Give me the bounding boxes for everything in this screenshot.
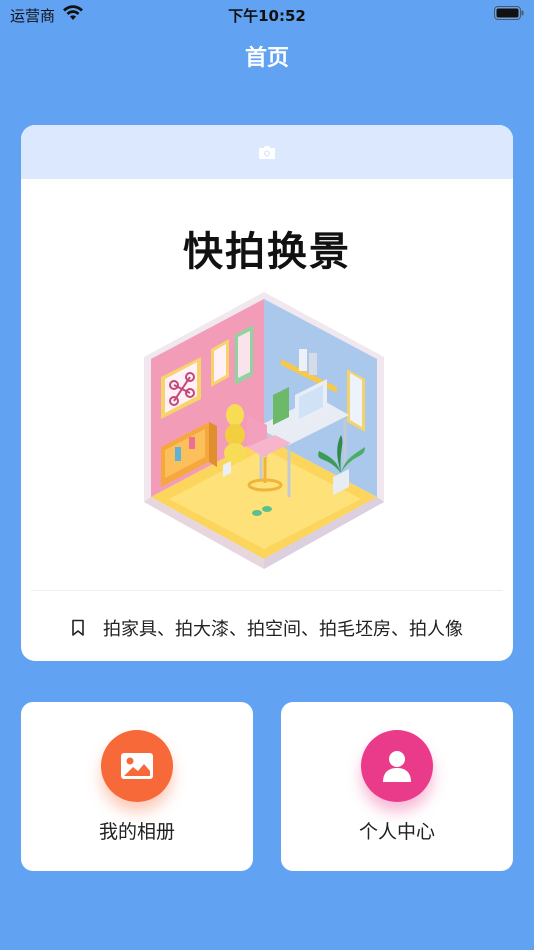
status-bar: 运营商 下午10:52 <box>0 0 534 28</box>
personal-center-label: 个人中心 <box>358 821 435 843</box>
user-icon <box>361 730 433 802</box>
hero-title: 快拍换景 <box>183 229 351 275</box>
feature-tags: 拍家具、拍大漆、拍空间、拍毛坯房、拍人像 <box>21 615 513 641</box>
tags-text: 拍家具、拍大漆、拍空间、拍毛坯房、拍人像 <box>103 619 463 640</box>
battery-icon <box>494 6 524 20</box>
card-header <box>21 125 513 179</box>
divider <box>31 590 503 591</box>
bookmark-icon <box>72 619 84 636</box>
room-illustration <box>144 292 384 569</box>
camera-icon <box>259 146 275 159</box>
status-time: 下午10:52 <box>228 7 306 25</box>
my-album-card[interactable]: 我的相册 <box>21 702 253 871</box>
photo-album-icon <box>101 730 173 802</box>
quick-shot-card[interactable]: 快拍换景 拍家具、拍大漆、拍空间、拍毛坯房、拍人像 <box>21 125 513 661</box>
my-album-label: 我的相册 <box>98 821 175 843</box>
page-title: 首页 <box>244 46 289 71</box>
personal-center-card[interactable]: 个人中心 <box>281 702 513 871</box>
